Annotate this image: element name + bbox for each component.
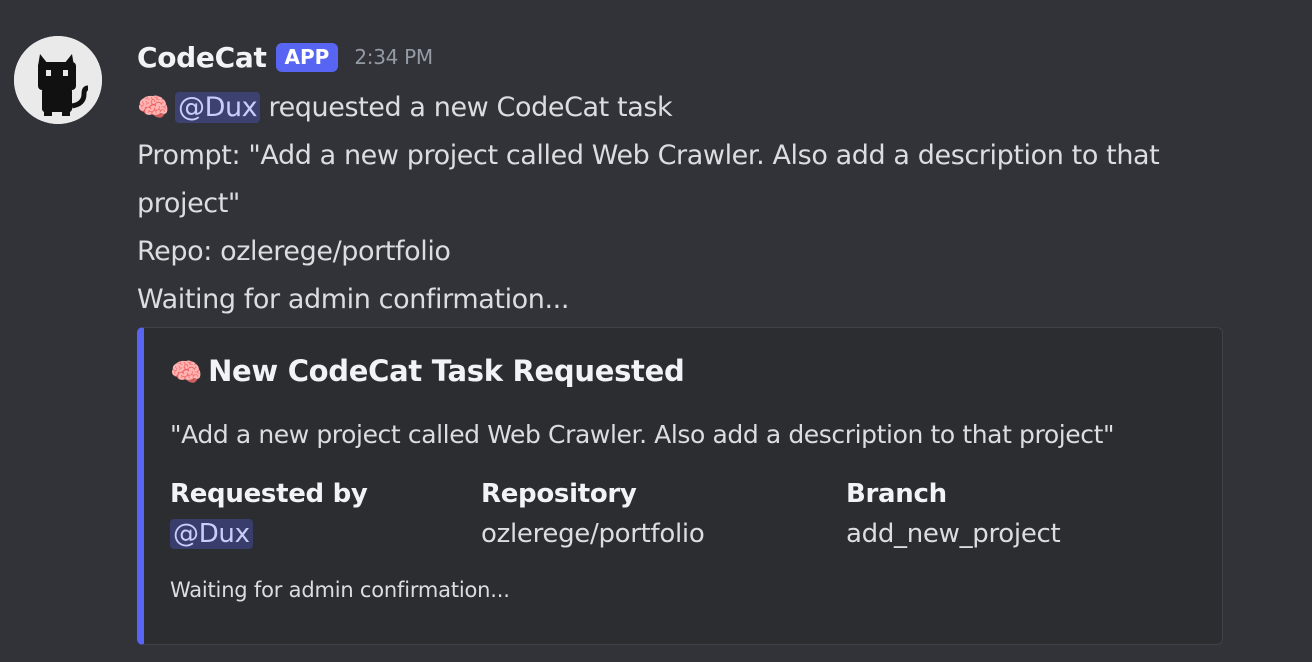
- repo-line: Repo: ozlerege/portfolio: [137, 236, 451, 267]
- message-content: CodeCat APP 2:34 PM 🧠 @Dux requested a ne…: [137, 36, 1307, 324]
- field-value: ozlerege/portfolio: [481, 519, 705, 549]
- field-repository: Repository ozlerege/portfolio: [481, 476, 705, 556]
- request-line: 🧠 @Dux requested a new CodeCat task: [137, 84, 1307, 132]
- embed-description: "Add a new project called Web Crawler. A…: [170, 420, 1115, 449]
- field-value: @Dux: [170, 512, 368, 556]
- field-name: Branch: [846, 479, 947, 509]
- waiting-line: Waiting for admin confirmation...: [137, 284, 570, 315]
- field-requested-by: Requested by @Dux: [170, 476, 368, 556]
- user-mention[interactable]: @Dux: [174, 92, 261, 123]
- request-text: requested a new CodeCat task: [268, 92, 673, 123]
- task-embed: 🧠 New CodeCat Task Requested "Add a new p…: [137, 327, 1223, 645]
- bot-avatar[interactable]: [14, 36, 102, 124]
- black-cat-icon: [14, 36, 102, 124]
- timestamp[interactable]: 2:34 PM: [354, 45, 433, 69]
- field-name: Requested by: [170, 479, 368, 509]
- field-value: add_new_project: [846, 519, 1061, 549]
- brain-icon: 🧠: [137, 93, 169, 123]
- field-branch: Branch add_new_project: [846, 476, 1061, 556]
- chat-message: CodeCat APP 2:34 PM 🧠 @Dux requested a ne…: [0, 0, 1312, 662]
- message-header: CodeCat APP 2:34 PM: [137, 36, 1307, 78]
- author-name[interactable]: CodeCat: [137, 41, 267, 74]
- prompt-line-continued: project": [137, 188, 240, 219]
- user-mention[interactable]: @Dux: [170, 519, 253, 549]
- app-badge: APP: [275, 42, 339, 72]
- embed-title-text: New CodeCat Task Requested: [208, 354, 685, 388]
- brain-icon: 🧠: [170, 358, 203, 388]
- embed-footer: Waiting for admin confirmation...: [170, 578, 510, 602]
- embed-title: 🧠 New CodeCat Task Requested: [170, 354, 685, 388]
- prompt-line: Prompt: "Add a new project called Web Cr…: [137, 140, 1160, 171]
- field-name: Repository: [481, 479, 637, 509]
